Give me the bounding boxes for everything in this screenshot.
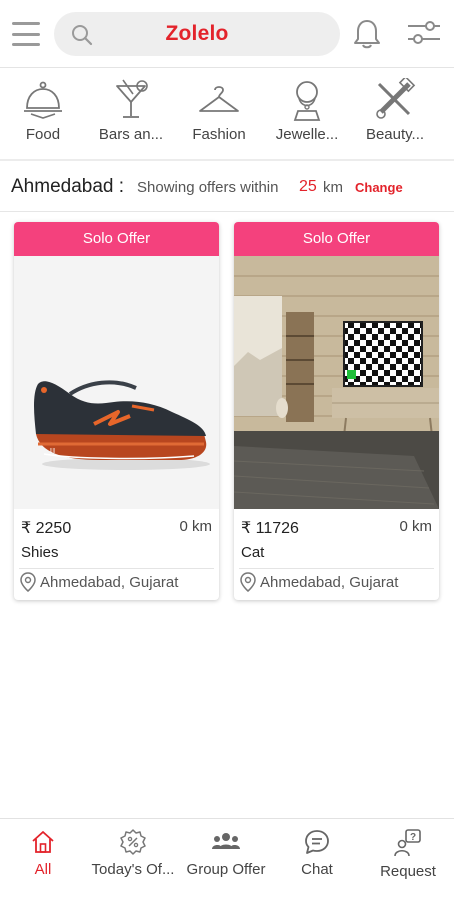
category-jewellery[interactable]: Jewelle... — [264, 78, 350, 158]
offer-ribbon: Solo Offer — [14, 222, 219, 256]
offer-location-text: Ahmedabad, Gujarat — [40, 573, 179, 591]
bell-icon[interactable] — [352, 18, 382, 50]
location-pin-icon — [20, 572, 36, 592]
category-food[interactable]: Food — [0, 78, 86, 158]
search-bar[interactable]: Zolelo — [54, 12, 340, 56]
category-label: Bars an... — [98, 126, 164, 143]
distance-unit: km — [323, 179, 343, 196]
city-name: Ahmedabad : — [11, 176, 125, 197]
distance-value: 25 — [299, 178, 317, 195]
food-cloche-icon — [24, 81, 62, 119]
beauty-tools-icon — [376, 78, 416, 119]
category-strip: Food Bars an... Fashion Jewelle... Beaut… — [0, 70, 454, 158]
bottom-navigation: All Today's Of... Group Offer Chat ? Req… — [0, 818, 454, 900]
category-fashion[interactable]: Fashion — [176, 78, 262, 158]
room-with-tv-photo — [234, 256, 439, 509]
divider — [0, 159, 454, 161]
nav-request[interactable]: ? Request — [363, 829, 453, 895]
offer-distance: 0 km — [399, 518, 432, 535]
location-bar: Ahmedabad : Showing offers within 25 km … — [0, 162, 454, 212]
home-icon — [32, 831, 54, 853]
offer-price: ₹ 2250 — [21, 520, 72, 537]
nav-label: Today's Of... — [91, 861, 175, 878]
category-beauty[interactable]: Beauty... — [352, 78, 438, 158]
nav-label: All — [34, 861, 52, 878]
necklace-bust-icon — [293, 81, 321, 121]
category-label: Jewelle... — [275, 126, 339, 143]
offer-distance: 0 km — [179, 518, 212, 535]
nav-all[interactable]: All — [0, 829, 88, 895]
offer-price: ₹ 11726 — [241, 520, 299, 537]
divider — [19, 568, 214, 569]
filter-sliders-icon[interactable] — [406, 18, 442, 48]
offer-location-text: Ahmedabad, Gujarat — [260, 573, 399, 591]
offer-location: Ahmedabad, Gujarat — [20, 572, 178, 592]
svg-text:||||: |||| — [50, 448, 55, 454]
offer-card[interactable]: Solo Offer |||| ₹ 2250 0 km Shies Ahmeda… — [14, 222, 219, 600]
top-app-bar: Zolelo — [0, 0, 454, 68]
hanger-icon — [199, 86, 239, 112]
nav-chat[interactable]: Chat — [272, 829, 362, 895]
category-label: Food — [25, 126, 61, 143]
category-label: Fashion — [192, 126, 246, 143]
offer-title: Cat — [241, 544, 265, 561]
chat-bubble-icon — [305, 830, 329, 854]
hamburger-menu-icon[interactable] — [12, 22, 40, 46]
percent-badge-icon — [120, 829, 146, 855]
cocktail-glass-icon — [116, 79, 148, 118]
location-pin-icon — [240, 572, 256, 592]
group-people-icon — [212, 833, 240, 849]
nav-label: Chat — [301, 861, 333, 878]
nav-group-offer[interactable]: Group Offer — [181, 829, 271, 895]
divider — [239, 568, 434, 569]
change-location-link[interactable]: Change — [355, 180, 403, 195]
offer-location: Ahmedabad, Gujarat — [240, 572, 398, 592]
svg-text:?: ? — [410, 832, 416, 843]
nav-todays-offers[interactable]: Today's Of... — [88, 829, 178, 895]
brand-logo: Zolelo — [165, 22, 229, 45]
showing-text: Showing offers within — [137, 179, 279, 196]
offer-title: Shies — [21, 544, 59, 561]
offer-card[interactable]: Solo Offer ₹ 11726 0 km Cat Ahmedabad, G… — [234, 222, 439, 600]
nav-label: Request — [380, 863, 436, 880]
sneaker-shoe-photo: |||| — [14, 256, 219, 509]
offer-ribbon: Solo Offer — [234, 222, 439, 256]
nav-label: Group Offer — [186, 861, 266, 878]
category-label: Beauty... — [365, 126, 425, 143]
request-person-icon: ? — [394, 829, 421, 857]
category-bars[interactable]: Bars an... — [88, 78, 174, 158]
